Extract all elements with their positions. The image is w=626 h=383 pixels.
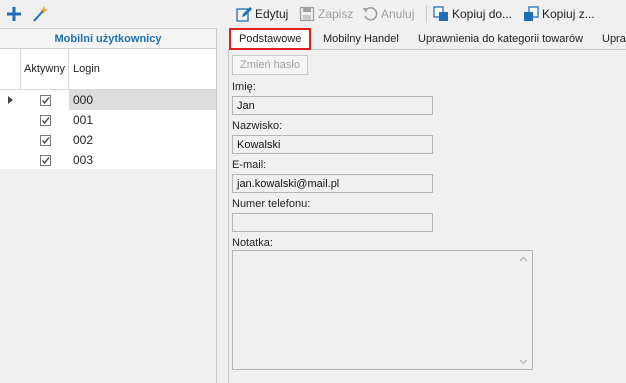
last-name-field[interactable]: Kowalski xyxy=(232,135,433,154)
cancel-button-label: Anuluj xyxy=(381,7,415,21)
checkmark-icon xyxy=(41,116,50,124)
tab-mobilny-handel[interactable]: Mobilny Handel xyxy=(323,28,399,50)
active-checkbox-cell[interactable] xyxy=(21,90,69,110)
toolbar-separator xyxy=(426,5,427,23)
note-label: Notatka: xyxy=(232,237,273,249)
checkmark-icon xyxy=(41,136,50,144)
change-password-button[interactable]: Zmień hasło xyxy=(232,55,308,75)
row-indicator xyxy=(0,90,21,110)
copy-to-button-label: Kopiuj do... xyxy=(452,7,513,21)
users-grid: Aktywny Login 000 001 002 003 xyxy=(0,49,216,169)
active-checkbox[interactable] xyxy=(39,134,51,146)
scroll-down-icon[interactable] xyxy=(519,358,528,365)
active-checkbox-cell[interactable] xyxy=(21,150,69,170)
active-checkbox-cell[interactable] xyxy=(21,110,69,130)
active-checkbox-cell[interactable] xyxy=(21,130,69,150)
grid-header: Aktywny Login xyxy=(0,49,216,90)
tab-uprawnienia-kategorii[interactable]: Uprawnienia do kategorii towarów xyxy=(418,28,583,50)
main-toolbar: Edytuj Zapisz Anuluj Kopiuj do... Kopiuj… xyxy=(228,0,626,28)
login-cell[interactable]: 003 xyxy=(69,150,216,170)
cancel-button[interactable]: Anuluj xyxy=(362,4,414,24)
row-indicator xyxy=(0,110,21,130)
edit-button-label: Edytuj xyxy=(255,7,289,21)
email-label: E-mail: xyxy=(232,159,267,171)
table-row[interactable]: 001 xyxy=(0,110,216,130)
table-row[interactable]: 003 xyxy=(0,150,216,170)
active-checkbox[interactable] xyxy=(39,154,51,166)
save-button-label: Zapisz xyxy=(318,7,354,21)
active-checkbox[interactable] xyxy=(39,94,51,106)
wizard-button[interactable] xyxy=(30,4,50,24)
note-scrollbar[interactable] xyxy=(516,251,532,369)
copy-from-icon xyxy=(523,6,539,22)
login-cell[interactable]: 001 xyxy=(69,110,216,130)
undo-icon xyxy=(362,6,378,22)
login-cell[interactable]: 000 xyxy=(69,90,216,110)
users-panel-title: Mobilni użytkownicy xyxy=(0,28,216,49)
pencil-icon xyxy=(236,6,252,22)
tab-uprawnienia-more[interactable]: Upra xyxy=(602,28,626,50)
row-indicator xyxy=(0,130,21,150)
table-row[interactable]: 002 xyxy=(0,130,216,150)
phone-label: Numer telefonu: xyxy=(232,198,311,210)
magic-wand-icon xyxy=(33,6,48,22)
last-name-label: Nazwisko: xyxy=(232,120,283,132)
floppy-disk-icon xyxy=(299,6,315,22)
note-textarea[interactable] xyxy=(232,250,533,370)
plus-icon xyxy=(7,7,21,21)
row-indicator xyxy=(0,150,21,170)
checkmark-icon xyxy=(41,156,50,164)
column-header-login[interactable]: Login xyxy=(69,49,216,89)
column-header-active[interactable]: Aktywny xyxy=(21,49,69,89)
copy-from-button-label: Kopiuj z... xyxy=(542,7,595,21)
tab-content-podstawowe: Zmień hasło Imię: Jan Nazwisko: Kowalski… xyxy=(228,50,626,383)
row-indicator-header xyxy=(0,49,21,89)
login-cell[interactable]: 002 xyxy=(69,130,216,150)
left-toolbar xyxy=(0,0,216,28)
scroll-up-icon[interactable] xyxy=(519,255,528,262)
copy-from-button[interactable]: Kopiuj z... xyxy=(523,4,595,24)
copy-to-icon xyxy=(433,6,449,22)
users-panel: Mobilni użytkownicy Aktywny Login 000 001… xyxy=(0,28,217,383)
tab-bar: Podstawowe Mobilny Handel Uprawnienia do… xyxy=(228,28,626,50)
edit-button[interactable]: Edytuj xyxy=(236,4,288,24)
row-pointer-icon xyxy=(8,96,13,104)
checkmark-icon xyxy=(41,96,50,104)
save-button[interactable]: Zapisz xyxy=(299,4,353,24)
first-name-label: Imię: xyxy=(232,81,256,93)
details-panel: Podstawowe Mobilny Handel Uprawnienia do… xyxy=(228,28,626,383)
copy-to-button[interactable]: Kopiuj do... xyxy=(433,4,512,24)
tab-podstawowe[interactable]: Podstawowe xyxy=(229,28,312,50)
phone-field[interactable] xyxy=(232,213,433,232)
active-checkbox[interactable] xyxy=(39,114,51,126)
table-row[interactable]: 000 xyxy=(0,90,216,110)
first-name-field[interactable]: Jan xyxy=(232,96,433,115)
note-text xyxy=(233,251,532,255)
email-field[interactable]: jan.kowalski@mail.pl xyxy=(232,174,433,193)
add-user-button[interactable] xyxy=(4,4,24,24)
